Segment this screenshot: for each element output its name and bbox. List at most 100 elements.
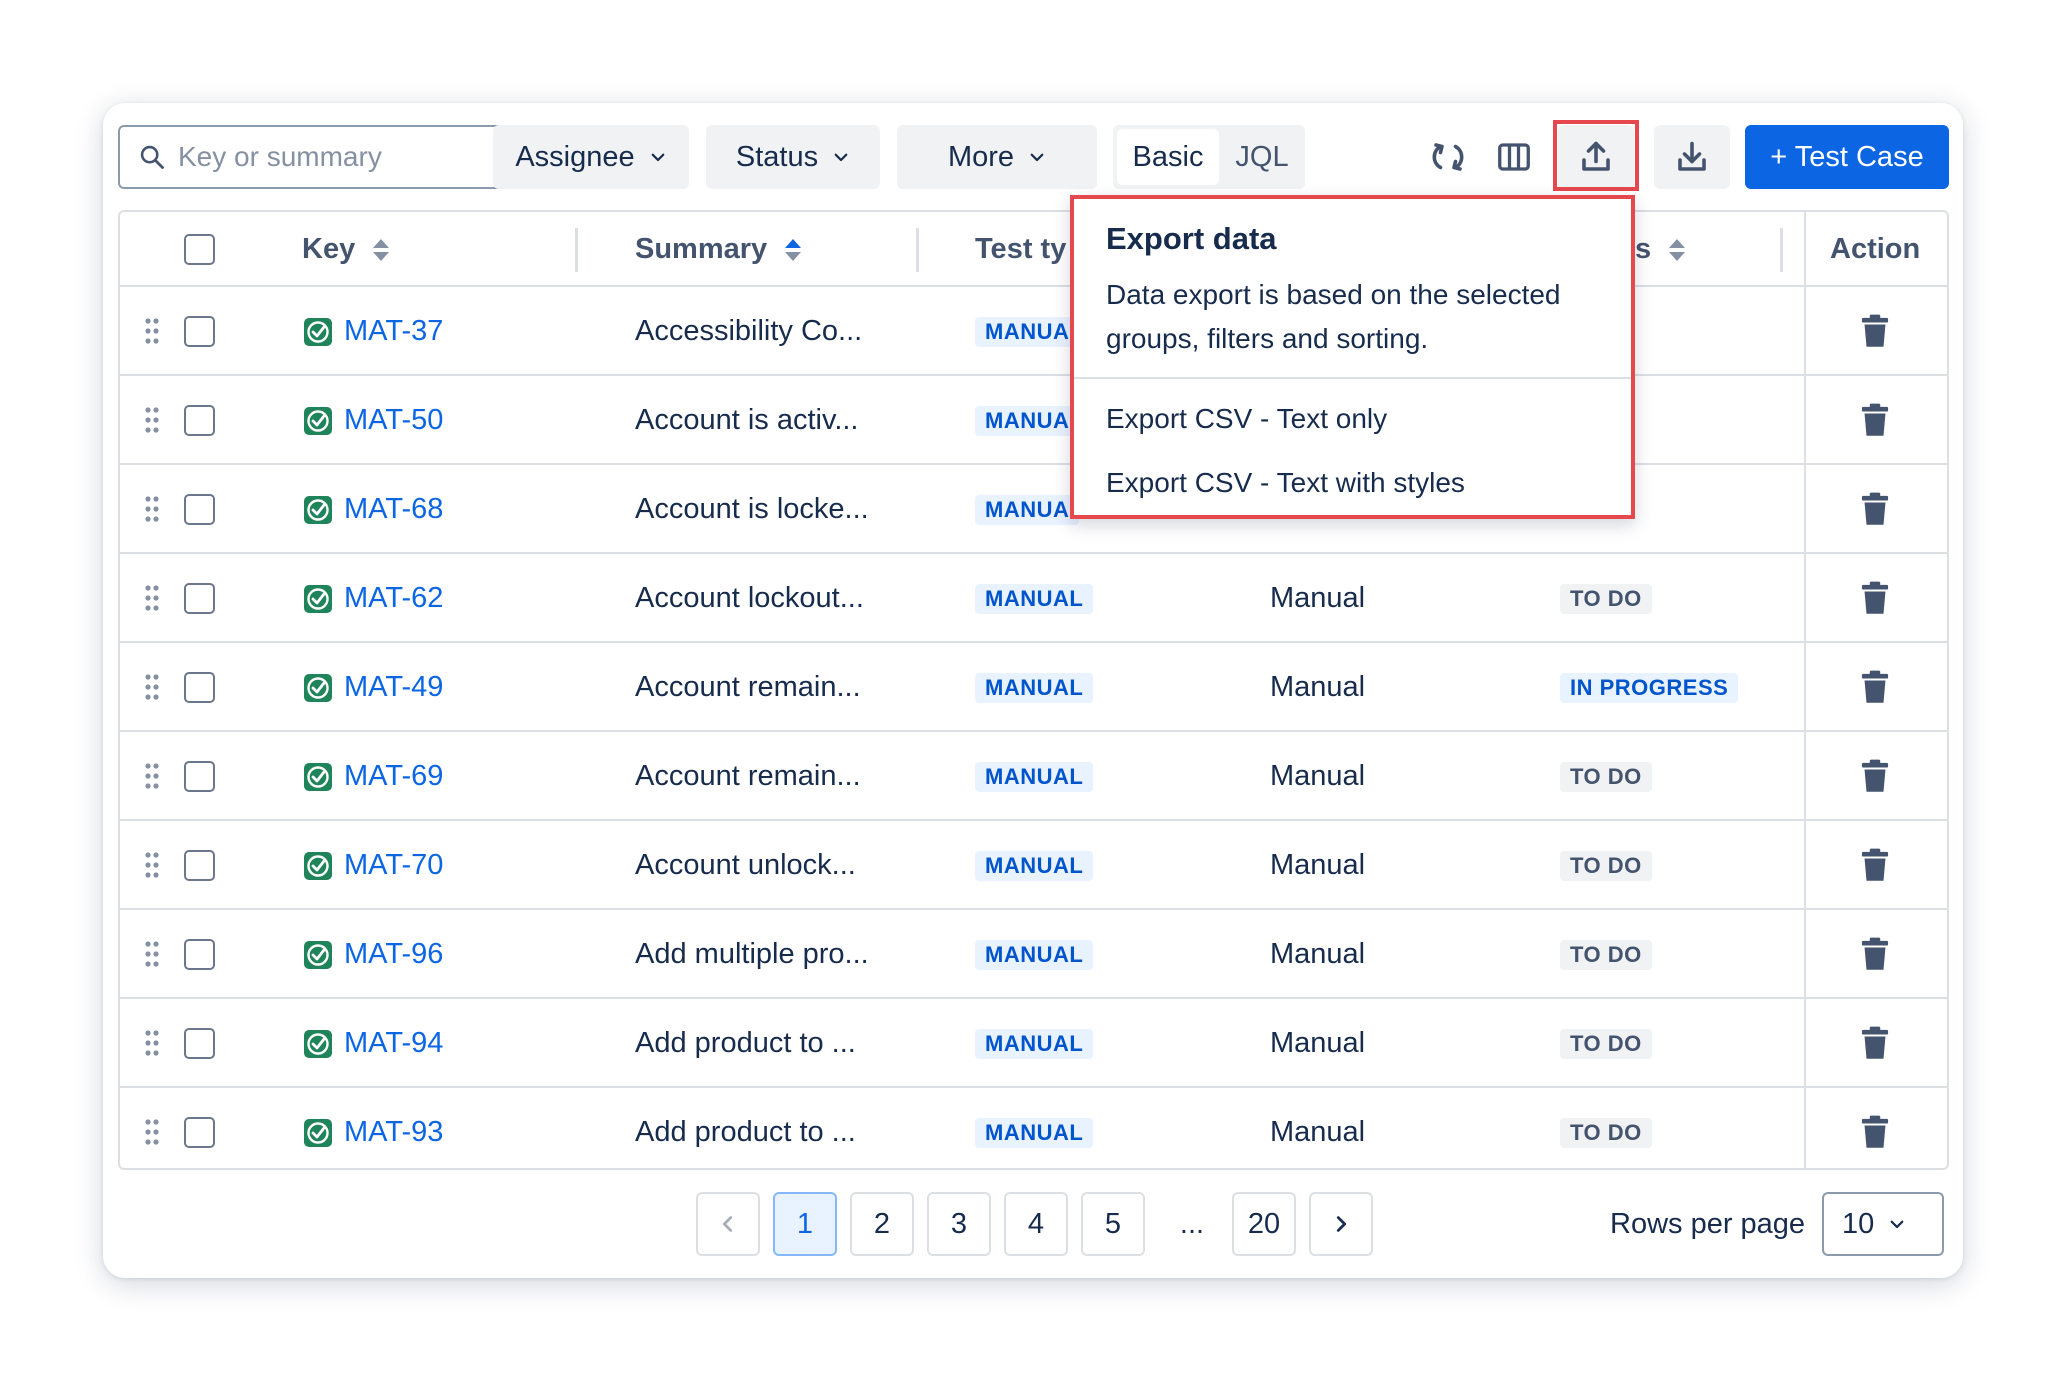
column-header-test-type[interactable]: Test ty [975, 212, 1066, 287]
drag-handle-icon[interactable] [144, 940, 160, 968]
drag-handle-icon[interactable] [144, 584, 160, 612]
previous-page-button[interactable] [696, 1192, 760, 1256]
test-case-key-link[interactable]: MAT-94 [302, 999, 443, 1088]
delete-button[interactable] [1855, 934, 1895, 974]
add-test-case-button[interactable]: + Test Case [1745, 125, 1949, 189]
table-row[interactable]: MAT-69 Account remain... MANUAL Manual TO DO [120, 732, 1947, 821]
page-button-4[interactable]: 4 [1004, 1192, 1068, 1256]
select-all-checkbox[interactable] [184, 234, 215, 265]
delete-button[interactable] [1855, 1112, 1895, 1152]
test-case-key-link[interactable]: MAT-50 [302, 376, 443, 465]
column-resize-handle[interactable] [1780, 228, 1783, 272]
test-case-key-link[interactable]: MAT-69 [302, 732, 443, 821]
drag-handle-icon[interactable] [144, 317, 160, 345]
search-box[interactable] [118, 125, 503, 189]
test-case-summary[interactable]: Add product to ... [635, 999, 856, 1088]
query-mode-jql[interactable]: JQL [1223, 129, 1301, 185]
status-badge[interactable]: TO DO [1560, 1118, 1652, 1148]
test-case-key-link[interactable]: MAT-70 [302, 821, 443, 910]
status-badge[interactable]: IN PROGRESS [1560, 673, 1739, 703]
test-case-summary[interactable]: Add multiple pro... [635, 910, 869, 999]
drag-handle-icon[interactable] [144, 762, 160, 790]
test-case-key-link[interactable]: MAT-93 [302, 1088, 443, 1168]
table-header: Key Summary Test ty s Action [120, 212, 1947, 287]
test-case-summary[interactable]: Account remain... [635, 732, 861, 821]
delete-button[interactable] [1855, 400, 1895, 440]
delete-button[interactable] [1855, 845, 1895, 885]
row-checkbox[interactable] [184, 405, 215, 436]
column-header-key[interactable]: Key [302, 212, 391, 287]
status-badge[interactable]: TO DO [1560, 1029, 1652, 1059]
refresh-button[interactable] [1416, 125, 1480, 189]
row-checkbox[interactable] [184, 316, 215, 347]
status-badge[interactable]: TO DO [1560, 851, 1652, 881]
row-checkbox[interactable] [184, 1028, 215, 1059]
columns-button[interactable] [1482, 125, 1546, 189]
table-row[interactable]: MAT-70 Account unlock... MANUAL Manual TO DO [120, 821, 1947, 910]
page-button-3[interactable]: 3 [927, 1192, 991, 1256]
drag-handle-icon[interactable] [144, 1118, 160, 1146]
assignee-filter-button[interactable]: Assignee [493, 125, 689, 189]
status-badge[interactable]: TO DO [1560, 584, 1652, 614]
delete-button[interactable] [1855, 489, 1895, 529]
row-checkbox[interactable] [184, 494, 215, 525]
delete-button[interactable] [1855, 756, 1895, 796]
row-checkbox[interactable] [184, 672, 215, 703]
export-csv-text-only[interactable]: Export CSV - Text only [1106, 403, 1387, 435]
row-checkbox[interactable] [184, 761, 215, 792]
drag-handle-icon[interactable] [144, 1029, 160, 1057]
test-case-summary[interactable]: Account unlock... [635, 821, 856, 910]
test-case-key-link[interactable]: MAT-37 [302, 287, 443, 376]
test-case-key-link[interactable]: MAT-96 [302, 910, 443, 999]
column-header-status[interactable]: s [1635, 212, 1687, 287]
drag-handle-icon[interactable] [144, 406, 160, 434]
status-badge[interactable]: TO DO [1560, 940, 1652, 970]
table-row[interactable]: MAT-37 Accessibility Co... MANUA [120, 287, 1947, 376]
test-case-summary[interactable]: Add product to ... [635, 1088, 856, 1168]
delete-button[interactable] [1855, 667, 1895, 707]
column-resize-handle[interactable] [575, 228, 578, 272]
table-row[interactable]: MAT-50 Account is activ... MANUA [120, 376, 1947, 465]
table-row[interactable]: MAT-94 Add product to ... MANUAL Manual TO D… [120, 999, 1947, 1088]
status-filter-button[interactable]: Status [706, 125, 880, 189]
table-row[interactable]: MAT-93 Add product to ... MANUAL Manual TO D… [120, 1088, 1947, 1168]
test-case-key-link[interactable]: MAT-68 [302, 465, 443, 554]
row-checkbox[interactable] [184, 583, 215, 614]
row-checkbox[interactable] [184, 1117, 215, 1148]
export-csv-text-with-styles[interactable]: Export CSV - Text with styles [1106, 467, 1465, 499]
next-page-button[interactable] [1309, 1192, 1373, 1256]
rows-per-page-select[interactable]: 10 [1822, 1192, 1944, 1256]
drag-handle-icon[interactable] [144, 495, 160, 523]
row-checkbox[interactable] [184, 939, 215, 970]
test-case-summary[interactable]: Account lockout... [635, 554, 864, 643]
drag-handle-icon[interactable] [144, 851, 160, 879]
page-button-1[interactable]: 1 [773, 1192, 837, 1256]
drag-handle-icon[interactable] [144, 673, 160, 701]
page-button-2[interactable]: 2 [850, 1192, 914, 1256]
test-type-badge: MANUA [975, 406, 1080, 436]
table-row[interactable]: MAT-62 Account lockout... MANUAL Manual TO D… [120, 554, 1947, 643]
table-row[interactable]: MAT-49 Account remain... MANUAL Manual IN PR… [120, 643, 1947, 732]
test-case-summary[interactable]: Accessibility Co... [635, 287, 862, 376]
table-row[interactable]: MAT-96 Add multiple pro... MANUAL Manual TO … [120, 910, 1947, 999]
test-case-key-link[interactable]: MAT-49 [302, 643, 443, 732]
column-resize-handle[interactable] [916, 228, 919, 272]
page-button-20[interactable]: 20 [1232, 1192, 1296, 1256]
download-button[interactable] [1654, 125, 1730, 189]
column-header-summary[interactable]: Summary [635, 212, 803, 287]
query-mode-basic[interactable]: Basic [1117, 129, 1219, 185]
row-checkbox[interactable] [184, 850, 215, 881]
delete-button[interactable] [1855, 1023, 1895, 1063]
delete-button[interactable] [1855, 311, 1895, 351]
search-input[interactable] [178, 141, 498, 173]
test-case-summary[interactable]: Account is locke... [635, 465, 869, 554]
test-type-badge: MANUA [975, 317, 1080, 347]
table-row[interactable]: MAT-68 Account is locke... MANUA [120, 465, 1947, 554]
more-filter-button[interactable]: More [897, 125, 1097, 189]
test-case-key-link[interactable]: MAT-62 [302, 554, 443, 643]
delete-button[interactable] [1855, 578, 1895, 618]
test-case-summary[interactable]: Account remain... [635, 643, 861, 732]
status-badge[interactable]: TO DO [1560, 762, 1652, 792]
page-button-5[interactable]: 5 [1081, 1192, 1145, 1256]
test-case-summary[interactable]: Account is activ... [635, 376, 859, 465]
